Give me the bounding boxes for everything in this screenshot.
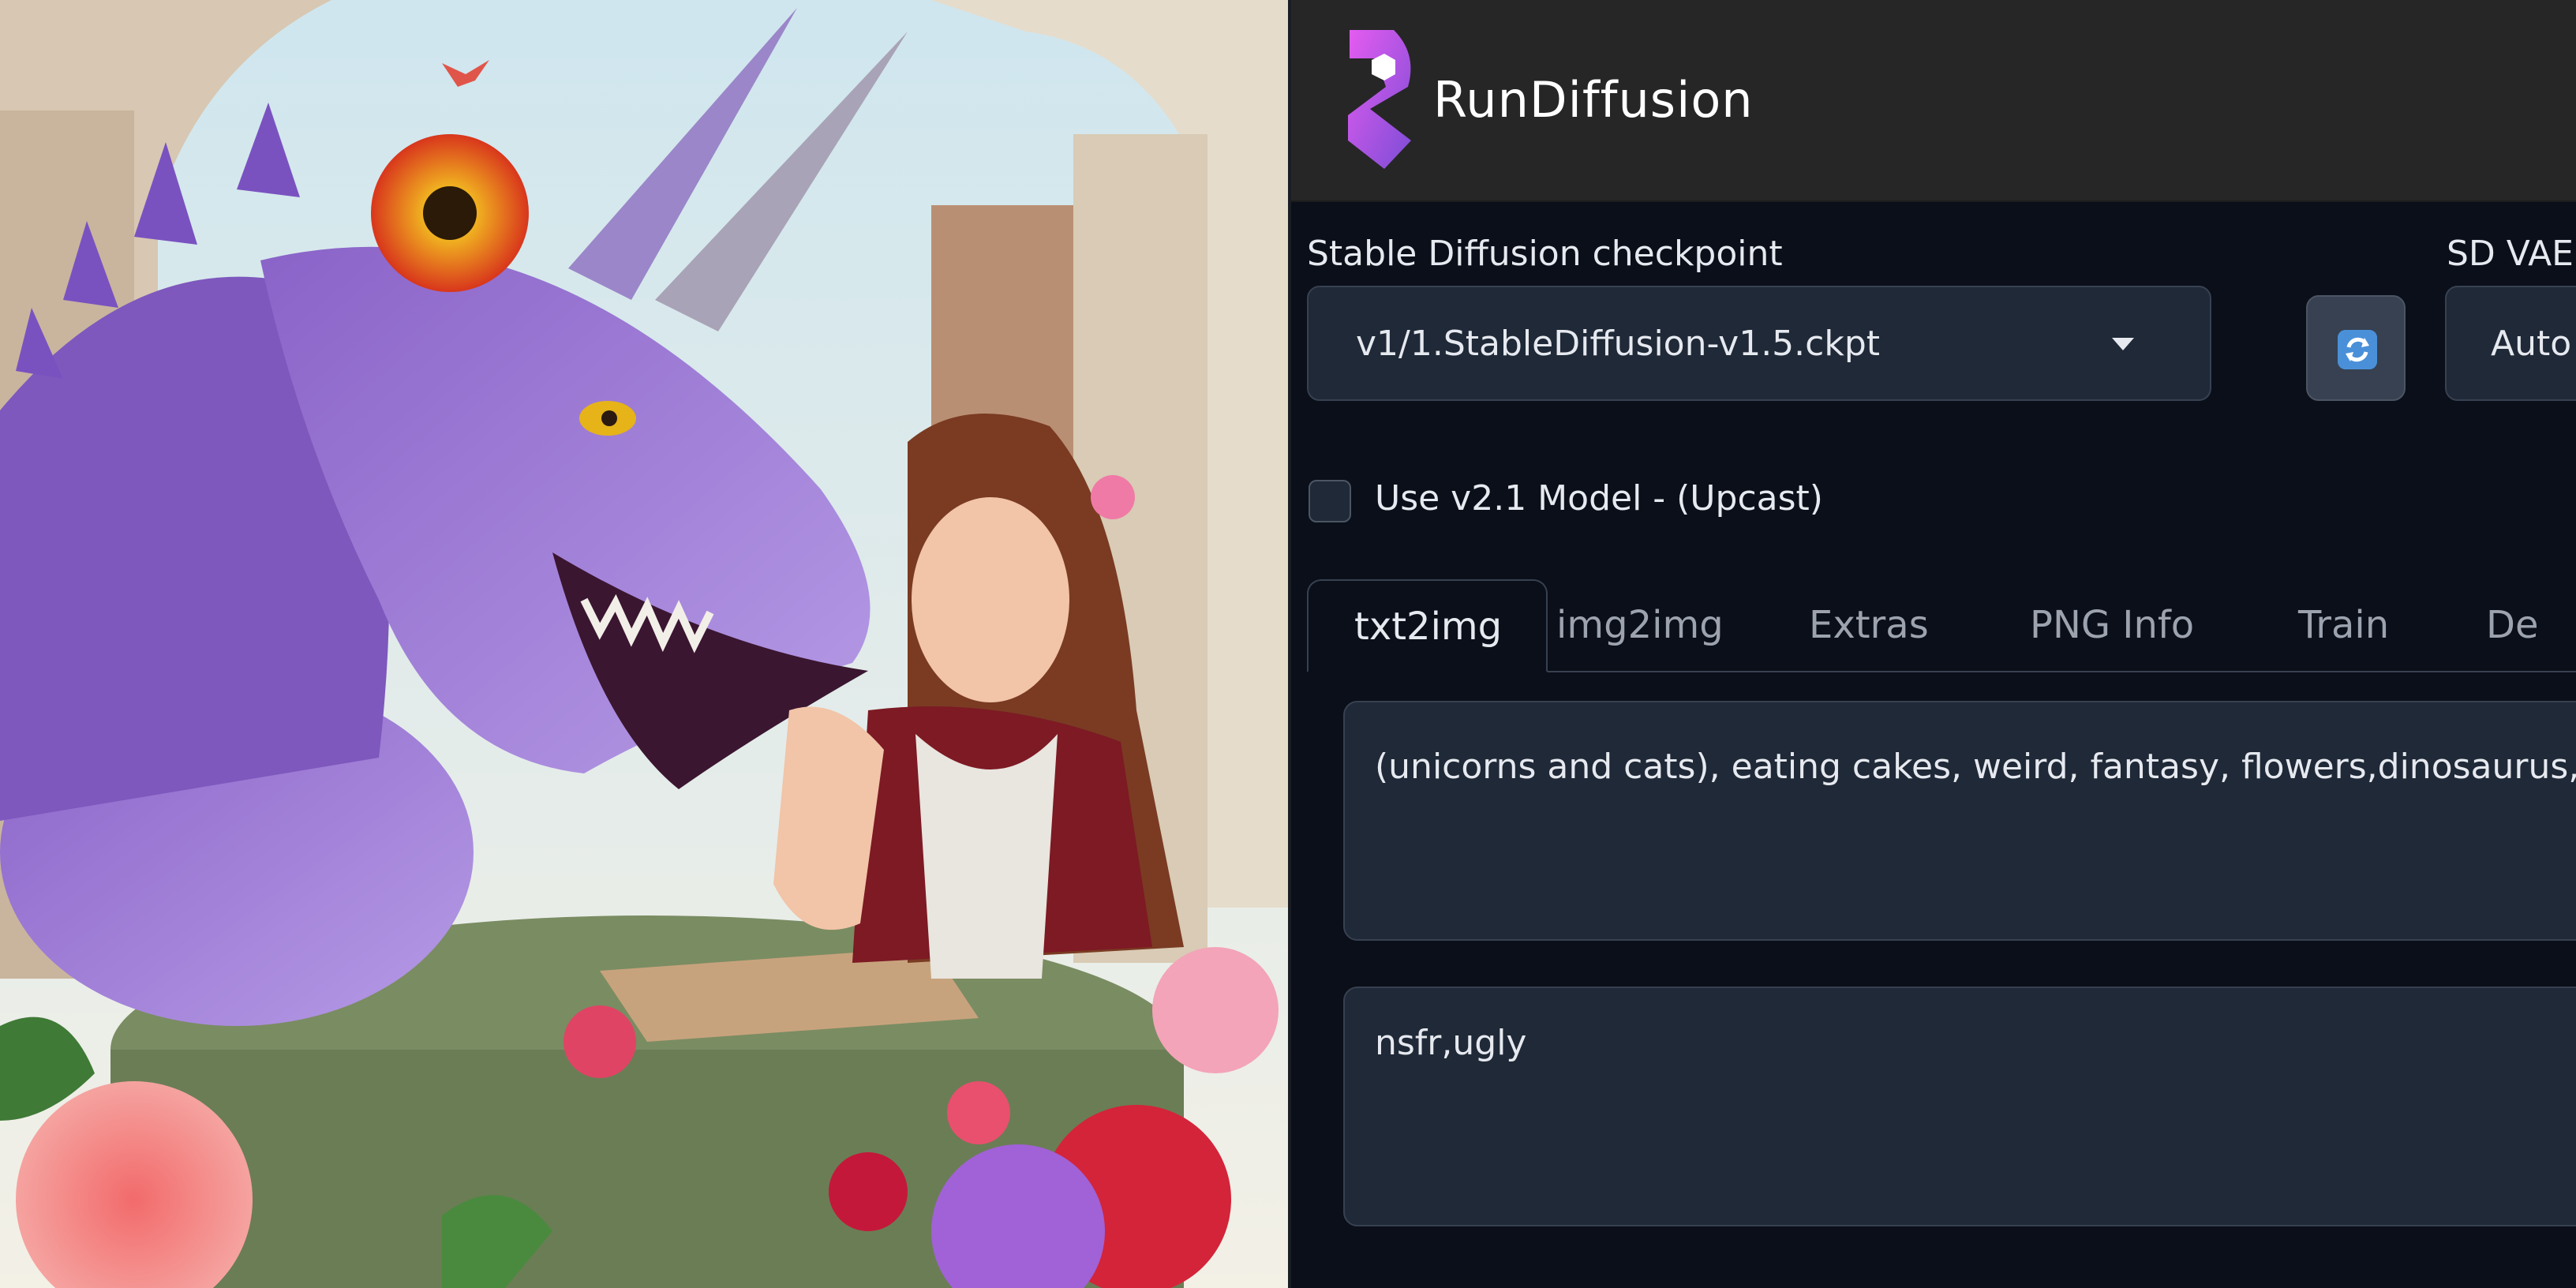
- rundiffusion-logo-icon[interactable]: [1339, 22, 1421, 172]
- prompt-text: (unicorns and cats), eating cakes, weird…: [1375, 747, 2576, 787]
- vae-label: SD VAE: [2447, 234, 2574, 274]
- negative-prompt-text: nsfr,ugly: [1375, 1023, 1527, 1063]
- negative-prompt-textarea[interactable]: nsfr,ugly: [1343, 987, 2576, 1226]
- upcast-label: Use v2.1 Model - (Upcast): [1375, 478, 1823, 519]
- checkpoint-label: Stable Diffusion checkpoint: [1307, 234, 1783, 274]
- upcast-checkbox[interactable]: [1309, 480, 1351, 522]
- refresh-icon: [2338, 330, 2377, 369]
- top-bar: RunDiffusion: [1291, 0, 2576, 202]
- webui-panel: RunDiffusion Stable Diffusion checkpoint…: [1291, 0, 2576, 1288]
- tab-txt2img[interactable]: txt2img: [1307, 579, 1548, 672]
- vae-select[interactable]: Auto: [2445, 286, 2576, 401]
- vae-value: Auto: [2491, 324, 2572, 364]
- checkpoint-value: v1/1.StableDiffusion-v1.5.ckpt: [1356, 324, 1881, 364]
- tab-extras[interactable]: Extras: [1809, 579, 1929, 671]
- generated-image: [0, 0, 1291, 1288]
- prompt-textarea[interactable]: (unicorns and cats), eating cakes, weird…: [1343, 701, 2576, 941]
- checkpoint-select[interactable]: v1/1.StableDiffusion-v1.5.ckpt: [1307, 286, 2211, 401]
- brand-name: RunDiffusion: [1433, 71, 1754, 129]
- tab-train[interactable]: Train: [2298, 579, 2389, 671]
- refresh-checkpoints-button[interactable]: [2306, 295, 2406, 401]
- tab-de[interactable]: De: [2486, 579, 2539, 671]
- chevron-down-icon: [2112, 338, 2134, 350]
- tab-png-info[interactable]: PNG Info: [2030, 579, 2194, 671]
- unicorn-dinosaur-artwork: [0, 0, 1288, 1288]
- tab-bar: txt2img img2img Extras PNG Info Train De: [1307, 579, 2576, 672]
- tab-img2img[interactable]: img2img: [1556, 579, 1724, 671]
